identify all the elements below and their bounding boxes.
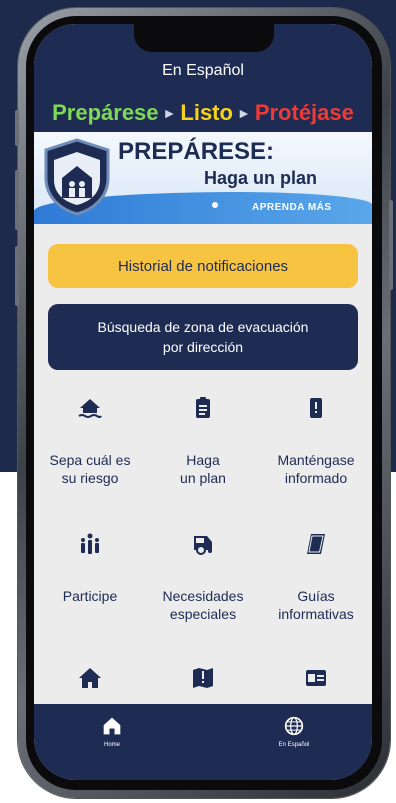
notch [134, 24, 274, 52]
banner-heading: PREPÁRESE: [118, 138, 275, 165]
accessible-vehicle-icon [194, 536, 212, 555]
tagline-prepare: Prepárese [52, 100, 159, 125]
phone-side-button [15, 170, 19, 230]
grid-label-line1: Guías [297, 588, 335, 604]
carousel-dot[interactable] [212, 202, 218, 208]
evacuation-search-label-line1: Búsqueda de zona de evacuación [97, 319, 309, 335]
learn-more-link[interactable]: APRENDA MÁS [252, 202, 332, 213]
evacuation-search-label-line2: por dirección [162, 339, 244, 355]
app-screen: En Español Prepárese ► Listo ► Protéjase… [34, 24, 372, 780]
map-alert-icon[interactable] [191, 666, 215, 690]
bottom-nav: Home En Español [34, 704, 372, 780]
house-flood-icon [78, 399, 102, 418]
home-icon [103, 717, 121, 735]
people-icon [81, 533, 99, 554]
arrow-icon: ► [162, 105, 177, 121]
grid-label-line2: un plan [180, 470, 226, 486]
grid-label-line2: su riesgo [61, 470, 119, 486]
id-card-icon[interactable] [304, 666, 328, 690]
grid-label-line1: Necesidades [162, 588, 244, 604]
grid-label-line1: Haga [186, 452, 220, 468]
promo-banner[interactable]: Prepárese ► Listo ► Protéjase PREPÁRESE:… [34, 94, 372, 224]
grid-item-make-plan[interactable]: Haga un plan [147, 396, 259, 487]
phone-side-button [15, 110, 19, 146]
arrow-icon: ► [236, 105, 251, 121]
phone-alert-icon [310, 398, 322, 418]
globe-icon [284, 716, 304, 736]
phone-side-button [389, 200, 393, 290]
grid-item-guides[interactable]: Guías informativas [260, 532, 372, 623]
phone-side-button [15, 246, 19, 306]
grid-label-line1: Sepa cuál es [49, 452, 131, 468]
tagline-ready: Listo [180, 100, 233, 125]
notification-history-button[interactable]: Historial de notificaciones [48, 244, 358, 288]
nav-spanish[interactable]: En Español [244, 716, 344, 748]
grid-label-line2: informativas [278, 606, 354, 622]
grid-label-line1: Manténgase [277, 452, 355, 468]
nav-spanish-label: En Español [278, 742, 310, 748]
page-title: En Español [162, 62, 244, 79]
evacuation-search-button[interactable]: Búsqueda de zona de evacuación por direc… [48, 304, 358, 370]
grid-item-know-risk[interactable]: Sepa cuál es su riesgo [34, 396, 146, 487]
nav-home[interactable]: Home [62, 716, 162, 748]
grid-label-line2: Participe [62, 588, 118, 604]
shield-family-icon [44, 138, 110, 216]
grid-item-stay-informed[interactable]: Manténgase informado [260, 396, 372, 487]
home-icon[interactable] [78, 666, 102, 690]
grid-item-special-needs[interactable]: Necesidades especiales [147, 532, 259, 623]
nav-home-label: Home [103, 742, 120, 748]
banner-tagline: Prepárese ► Listo ► Protéjase [34, 94, 372, 132]
grid-item-participate[interactable]: Participe [34, 532, 146, 605]
tagline-protect: Protéjase [254, 100, 354, 125]
clipboard-icon [196, 397, 210, 418]
book-icon [307, 534, 325, 554]
grid-label-line2: especiales [169, 606, 237, 622]
grid-label-line2: informado [284, 470, 348, 486]
banner-body: PREPÁRESE: Haga un plan APRENDA MÁS [34, 132, 372, 224]
banner-subheading: Haga un plan [204, 168, 318, 188]
